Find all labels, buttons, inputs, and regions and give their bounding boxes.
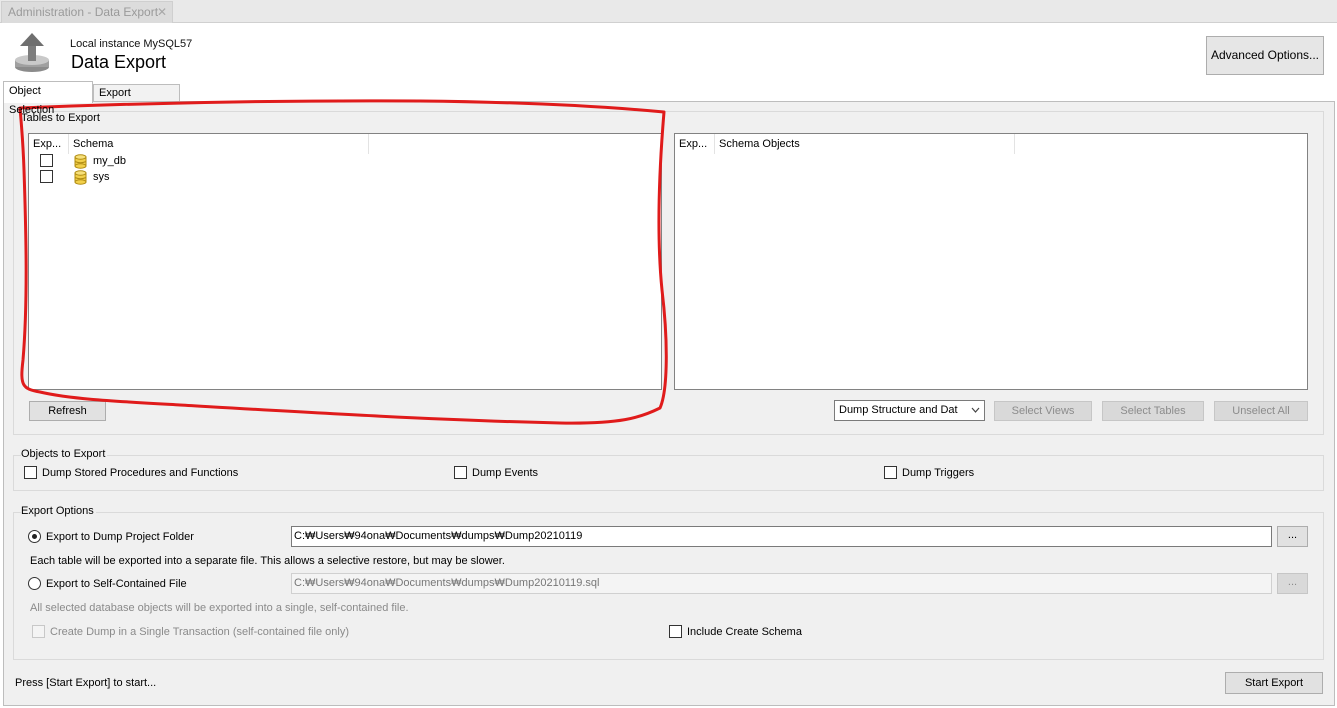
red-annotation-outline xyxy=(18,99,668,425)
tab-object-selection[interactable]: Object Selection xyxy=(3,81,93,116)
